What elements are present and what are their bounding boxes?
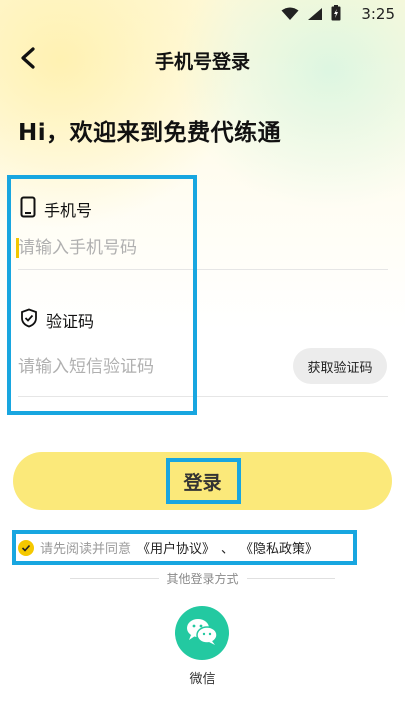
other-login-divider: 其他登录方式 — [70, 570, 336, 587]
other-login-label: 其他登录方式 — [166, 572, 239, 586]
highlight-agreement-box — [12, 530, 357, 565]
divider-line-left — [70, 578, 159, 579]
wifi-icon — [281, 6, 299, 25]
status-icons — [281, 5, 341, 25]
get-code-button[interactable]: 获取验证码 — [293, 348, 387, 384]
battery-charging-icon — [331, 5, 341, 25]
highlight-form-box — [7, 175, 197, 415]
wechat-icon — [185, 616, 219, 650]
status-time: 3:25 — [361, 5, 395, 23]
status-bar: 3:25 — [0, 0, 405, 28]
highlight-login-box — [166, 458, 241, 504]
wechat-label: 微信 — [189, 672, 216, 687]
wechat-login-button[interactable] — [175, 606, 229, 660]
page-title: 手机号登录 — [154, 51, 250, 73]
welcome-heading: Hi，欢迎来到免费代练通 — [18, 120, 282, 146]
divider-line-right — [246, 578, 336, 579]
signal-icon — [307, 6, 323, 25]
